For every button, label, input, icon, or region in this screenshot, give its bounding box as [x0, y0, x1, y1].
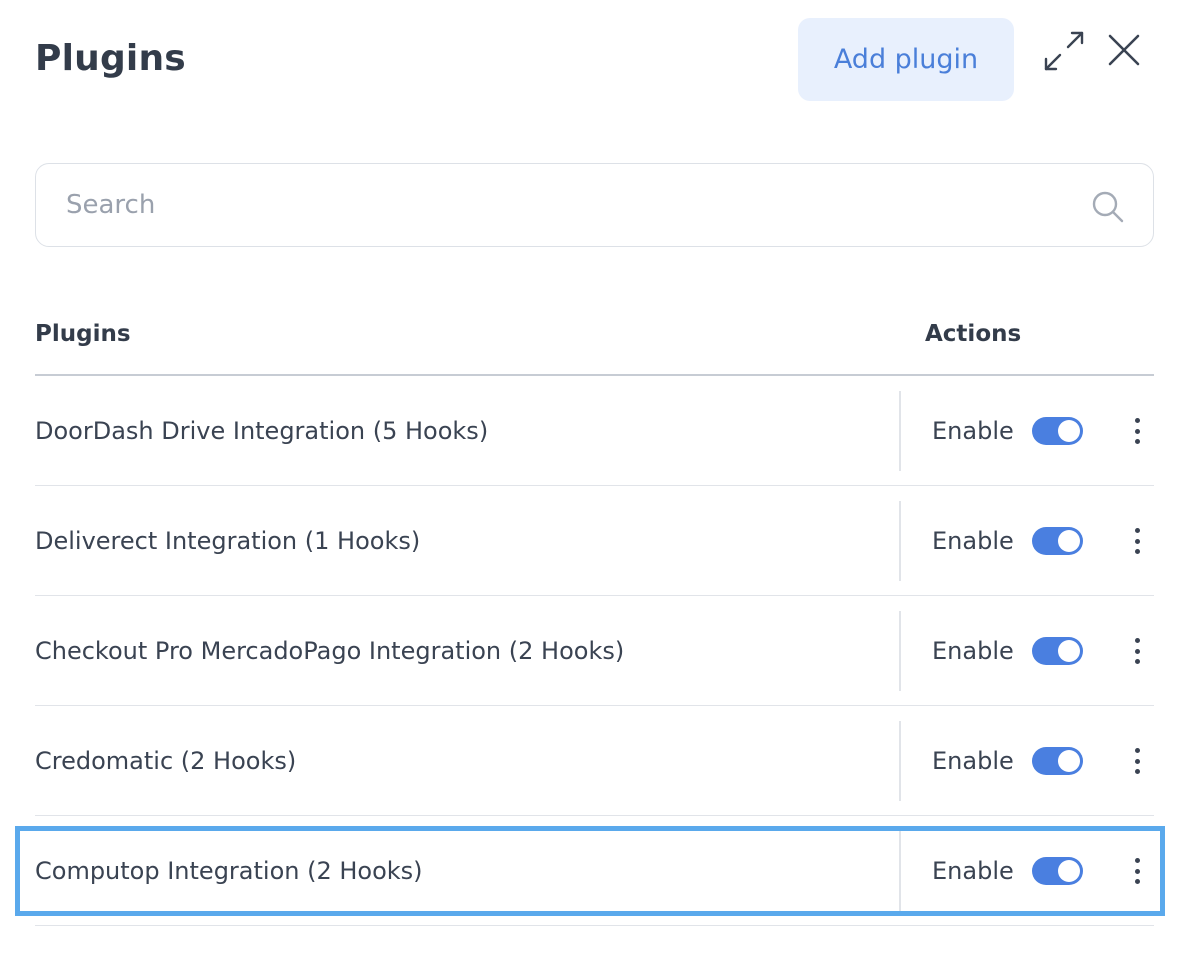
expand-icon[interactable]	[1040, 28, 1088, 74]
toggle-knob	[1058, 420, 1080, 442]
enable-label: Enable	[932, 527, 1014, 555]
column-divider	[899, 721, 901, 801]
search-box	[35, 163, 1154, 247]
more-options-icon[interactable]	[1125, 416, 1149, 446]
more-options-icon[interactable]	[1125, 526, 1149, 556]
column-divider	[899, 501, 901, 581]
toggle-knob	[1058, 530, 1080, 552]
toggle-knob	[1058, 860, 1080, 882]
enable-label: Enable	[932, 417, 1014, 445]
search-input[interactable]	[66, 164, 1066, 246]
plugins-panel: Plugins Add plugin Plugins Actions DoorD…	[0, 0, 1184, 958]
toggle-knob	[1058, 640, 1080, 662]
enable-label: Enable	[932, 747, 1014, 775]
close-icon[interactable]	[1104, 30, 1144, 70]
column-header-plugins: Plugins	[35, 321, 131, 347]
column-divider	[899, 611, 901, 691]
enable-toggle[interactable]	[1032, 417, 1083, 445]
plugin-name: Credomatic (2 Hooks)	[35, 747, 297, 775]
table-row: Computop Integration (2 Hooks) Enable	[35, 816, 1154, 926]
page-title: Plugins	[35, 38, 186, 79]
table-row: DoorDash Drive Integration (5 Hooks) Ena…	[35, 376, 1154, 486]
plugin-name: Deliverect Integration (1 Hooks)	[35, 527, 421, 555]
row-divider	[35, 924, 1154, 926]
more-options-icon[interactable]	[1125, 856, 1149, 886]
more-options-icon[interactable]	[1125, 636, 1149, 666]
enable-label: Enable	[932, 637, 1014, 665]
toggle-knob	[1058, 750, 1080, 772]
search-icon[interactable]	[1091, 190, 1125, 224]
table-row: Checkout Pro MercadoPago Integration (2 …	[35, 596, 1154, 706]
more-options-icon[interactable]	[1125, 746, 1149, 776]
table-row: Credomatic (2 Hooks) Enable	[35, 706, 1154, 816]
column-divider	[899, 391, 901, 471]
enable-toggle[interactable]	[1032, 747, 1083, 775]
plugin-name: DoorDash Drive Integration (5 Hooks)	[35, 417, 489, 445]
enable-label: Enable	[932, 857, 1014, 885]
plugin-name: Checkout Pro MercadoPago Integration (2 …	[35, 637, 625, 665]
column-header-actions: Actions	[925, 321, 1022, 347]
column-divider	[899, 831, 901, 911]
add-plugin-button[interactable]: Add plugin	[798, 18, 1014, 101]
enable-toggle[interactable]	[1032, 527, 1083, 555]
enable-toggle[interactable]	[1032, 637, 1083, 665]
plugin-name: Computop Integration (2 Hooks)	[35, 857, 423, 885]
table-row: Deliverect Integration (1 Hooks) Enable	[35, 486, 1154, 596]
enable-toggle[interactable]	[1032, 857, 1083, 885]
